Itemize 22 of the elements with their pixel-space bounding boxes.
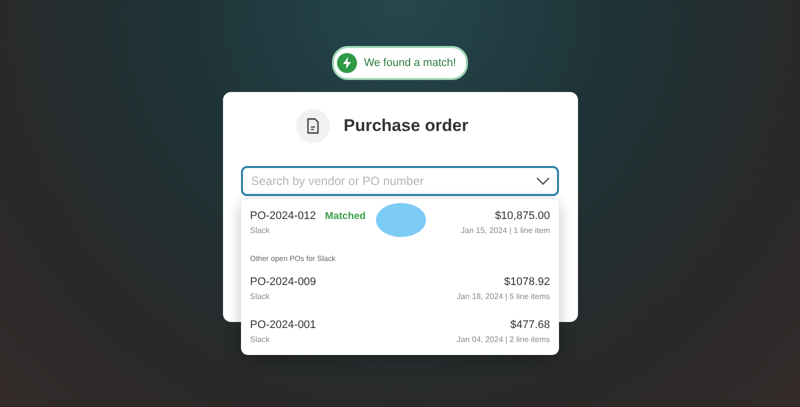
po-option[interactable]: PO-2024-009 Slack $1078.92 Jan 18, 2024 | 5 line items [241,271,559,306]
po-number: PO-2024-001 [250,319,316,331]
po-option[interactable]: PO-2024-012 Matched Slack $10,875.00 Jan 15, 2024 | 1 line item [241,205,559,240]
po-number: PO-2024-009 [250,276,316,288]
po-amount: $477.68 [510,319,550,331]
po-option[interactable]: PO-2024-001 Slack $477.68 Jan 04, 2024 | 2 line items [241,314,559,349]
matched-tag: Matched [325,210,366,222]
vendor-name: Slack [250,226,270,235]
po-amount: $1078.92 [504,276,550,288]
chevron-down-icon [536,177,550,185]
search-field[interactable]: Search by vendor or PO number [241,166,559,196]
vendor-name: Slack [250,335,270,344]
po-amount: $10,875.00 [494,210,550,222]
lightning-icon [336,53,357,73]
document-icon [296,109,330,143]
po-details: Jan 18, 2024 | 5 line items [456,292,550,301]
badge-text: We found a match! [364,57,456,69]
po-details: Jan 04, 2024 | 2 line items [456,335,550,344]
card-title: Purchase order [344,116,468,136]
vendor-name: Slack [250,292,270,301]
po-details: Jan 15, 2024 | 1 line item [460,226,550,235]
po-number: PO-2024-012 [250,210,316,222]
